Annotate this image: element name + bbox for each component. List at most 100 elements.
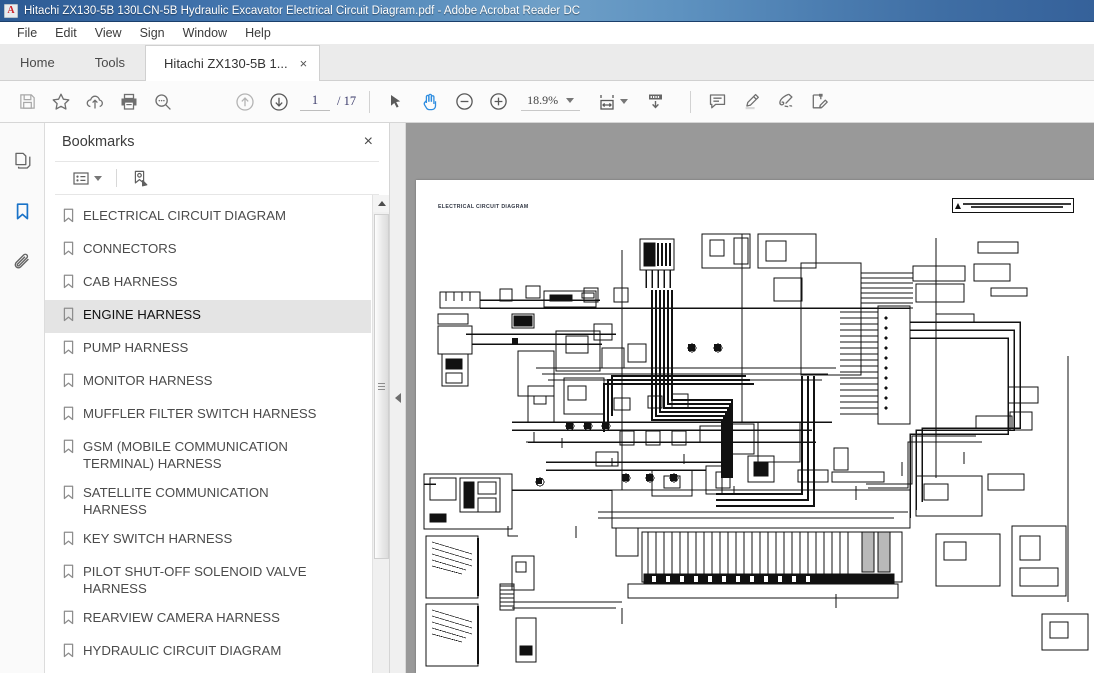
list-item[interactable]: HYDRAULIC CIRCUIT DIAGRAM	[45, 636, 371, 669]
bookmark-label: PILOT SHUT-OFF SOLENOID VALVE HARNESS	[83, 564, 307, 596]
list-item[interactable]: SATELLITE COMMUNICATION HARNESS	[45, 478, 371, 524]
toolbar: / 17 18.9%	[0, 81, 1094, 123]
fit-page-chevron-down-icon[interactable]	[620, 99, 629, 104]
zoom-out-button[interactable]	[447, 85, 481, 119]
warning-triangle-icon	[955, 202, 961, 209]
bookmark-label: CAB HARNESS	[83, 274, 178, 289]
bookmarks-icon[interactable]	[7, 196, 37, 226]
list-item[interactable]: CAB HARNESS	[45, 267, 371, 300]
close-icon[interactable]: ×	[364, 134, 373, 150]
bookmark-icon	[63, 208, 74, 228]
comment-button[interactable]	[700, 85, 734, 119]
tab-close-icon[interactable]: ×	[298, 55, 310, 72]
bookmarks-panel: Bookmarks × ELECTRICAL CIRCUIT DIAGRAM C…	[45, 123, 390, 673]
tab-document[interactable]: Hitachi ZX130-5B 1... ×	[145, 45, 321, 81]
menu-item-help[interactable]: Help	[236, 25, 280, 41]
list-item[interactable]: ENGINE HARNESS	[45, 300, 371, 333]
bookmarks-panel-title: Bookmarks	[62, 134, 135, 150]
scroll-up-button[interactable]	[373, 195, 389, 212]
save-button[interactable]	[10, 85, 44, 119]
bookmark-icon	[63, 485, 74, 505]
list-item[interactable]: MONITOR HARNESS	[45, 366, 371, 399]
collapse-sidebar-button[interactable]	[390, 123, 406, 673]
page-title: ELECTRICAL CIRCUIT DIAGRAM	[438, 204, 529, 210]
grip-icon	[378, 383, 385, 390]
bookmark-icon	[63, 531, 74, 551]
bookmark-label: KEY SWITCH HARNESS	[83, 531, 233, 546]
select-tool-button[interactable]	[379, 85, 413, 119]
window-title: Hitachi ZX130-5B 130LCN-5B Hydraulic Exc…	[24, 4, 581, 17]
menu-item-edit[interactable]: Edit	[46, 25, 86, 41]
list-item[interactable]: REARVIEW CAMERA HARNESS	[45, 603, 371, 636]
zoom-level-value: 18.9%	[527, 93, 559, 107]
warning-text	[963, 203, 1071, 208]
tab-document-label: Hitachi ZX130-5B 1...	[164, 56, 288, 71]
divider	[116, 169, 117, 187]
menu-item-sign[interactable]: Sign	[131, 25, 174, 41]
list-item[interactable]: PUMP HARNESS	[45, 333, 371, 366]
previous-page-button[interactable]	[228, 85, 262, 119]
add-to-favorites-button[interactable]	[44, 85, 78, 119]
bookmark-label: REARVIEW CAMERA HARNESS	[83, 610, 280, 625]
chevron-down-icon	[566, 98, 575, 103]
bookmarks-list-container: ELECTRICAL CIRCUIT DIAGRAM CONNECTORS CA…	[45, 195, 389, 673]
page-number-input[interactable]	[300, 92, 330, 111]
triangle-left-icon	[394, 393, 401, 403]
bookmark-label: CONNECTORS	[83, 241, 177, 256]
list-item[interactable]: PILOT SHUT-OFF SOLENOID VALVE HARNESS	[45, 557, 371, 603]
scroll-mode-button[interactable]	[638, 85, 672, 119]
menu-item-view[interactable]: View	[86, 25, 131, 41]
bookmark-icon	[63, 439, 74, 459]
scrollbar-thumb[interactable]	[374, 214, 389, 559]
sign-button[interactable]	[768, 85, 802, 119]
search-icon[interactable]	[146, 85, 180, 119]
menu-bar: File Edit View Sign Window Help	[0, 22, 1094, 44]
electrical-circuit-schematic	[423, 233, 1089, 667]
bookmark-icon	[63, 373, 74, 393]
list-item[interactable]: KEY SWITCH HARNESS	[45, 524, 371, 557]
hand-tool-button[interactable]	[413, 85, 447, 119]
highlight-button[interactable]	[734, 85, 768, 119]
menu-item-file[interactable]: File	[8, 25, 46, 41]
chevron-down-icon	[94, 175, 102, 181]
bookmarks-list: ELECTRICAL CIRCUIT DIAGRAM CONNECTORS CA…	[45, 195, 371, 673]
list-options-button[interactable]	[69, 166, 105, 190]
new-bookmark-button[interactable]	[128, 166, 154, 190]
bookmarks-scrollbar[interactable]	[372, 195, 389, 673]
bookmark-icon	[63, 564, 74, 584]
list-item[interactable]: MUFFLER FILTER SWITCH HARNESS	[45, 399, 371, 432]
zoom-level-dropdown[interactable]: 18.9%	[521, 92, 581, 111]
bookmark-label: MUFFLER FILTER SWITCH HARNESS	[83, 406, 317, 421]
bookmark-label: PUMP HARNESS	[83, 340, 189, 355]
warning-notice	[952, 198, 1074, 213]
bookmarks-panel-header: Bookmarks ×	[45, 123, 389, 161]
bookmark-label: ENGINE HARNESS	[83, 307, 201, 322]
upload-cloud-button[interactable]	[78, 85, 112, 119]
acrobat-logo-icon	[4, 3, 18, 18]
tab-tools[interactable]: Tools	[75, 44, 145, 80]
triangle-up-icon	[377, 201, 386, 206]
print-button[interactable]	[112, 85, 146, 119]
list-item[interactable]: GSM (MOBILE COMMUNICATION TERMINAL) HARN…	[45, 432, 371, 478]
list-item[interactable]: ELECTRICAL CIRCUIT DIAGRAM	[45, 201, 371, 234]
bookmarks-toolbar	[55, 161, 379, 195]
bookmark-icon	[63, 643, 74, 663]
bookmark-icon	[63, 610, 74, 630]
next-page-button[interactable]	[262, 85, 296, 119]
list-item[interactable]: CONNECTORS	[45, 234, 371, 267]
fit-page-button[interactable]	[590, 85, 624, 119]
acrobat-reader-window: Hitachi ZX130-5B 130LCN-5B Hydraulic Exc…	[0, 0, 1094, 673]
zoom-in-button[interactable]	[481, 85, 515, 119]
menu-item-window[interactable]: Window	[174, 25, 236, 41]
bookmark-icon	[63, 307, 74, 327]
fill-and-sign-button[interactable]	[802, 85, 836, 119]
page-thumbnails-icon[interactable]	[7, 145, 37, 175]
bookmark-icon	[63, 241, 74, 261]
tab-home[interactable]: Home	[0, 44, 75, 80]
tab-strip: Home Tools Hitachi ZX130-5B 1... ×	[0, 44, 1094, 81]
bookmark-label: SATELLITE COMMUNICATION HARNESS	[83, 485, 269, 517]
bookmark-icon	[63, 406, 74, 426]
attachments-icon[interactable]	[7, 247, 37, 277]
bookmark-label: HYDRAULIC CIRCUIT DIAGRAM	[83, 643, 282, 658]
document-viewer[interactable]: ELECTRICAL CIRCUIT DIAGRAM	[406, 123, 1094, 673]
